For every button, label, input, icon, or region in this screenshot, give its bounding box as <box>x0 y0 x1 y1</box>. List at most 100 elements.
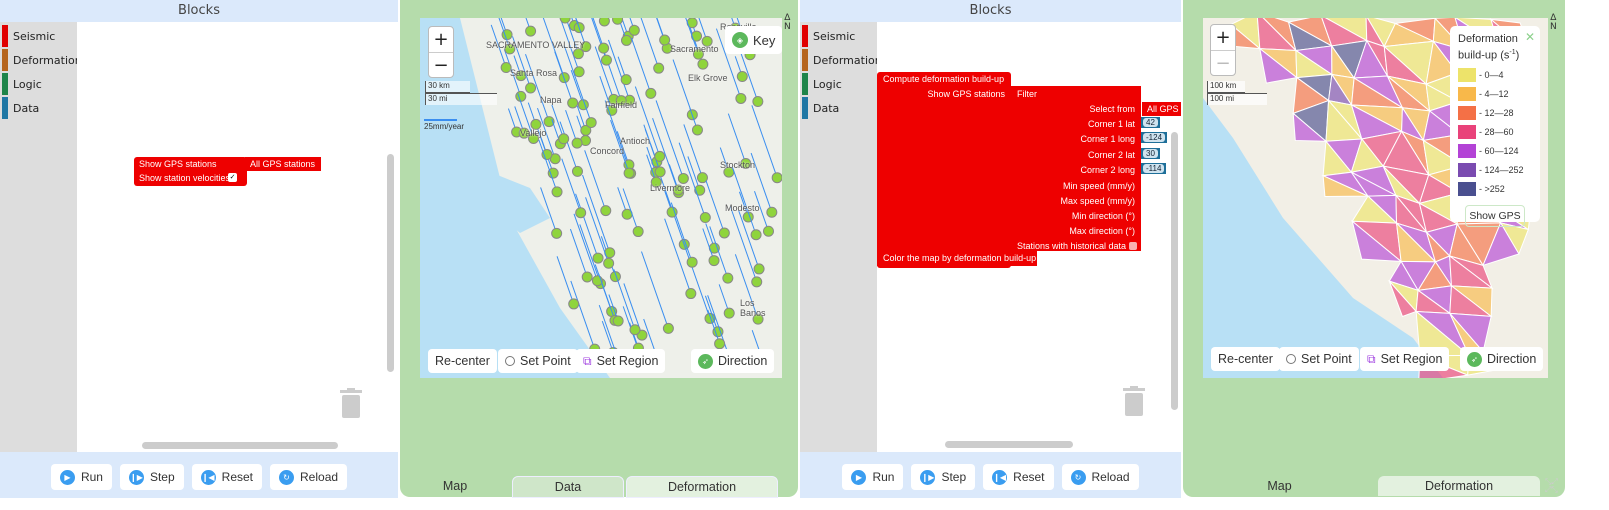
velocities-checkbox[interactable]: ✓ <box>228 173 237 182</box>
category-label: Logic <box>13 77 42 91</box>
map-place-label: Vallejo <box>520 128 547 138</box>
input-value: 42 <box>1143 118 1158 127</box>
gps-station-marker <box>699 212 711 224</box>
legend-item: - 4—12 <box>1458 85 1532 104</box>
button-label: Re-center <box>435 354 490 368</box>
corner2-long-input[interactable]: -114 <box>1141 163 1167 174</box>
category-data[interactable]: Data <box>800 96 877 120</box>
gps-station-marker <box>685 288 697 300</box>
step-button[interactable]: ❙▶ Step <box>119 464 184 490</box>
map-place-label: Antioch <box>620 136 651 146</box>
gps-station-marker <box>612 18 624 25</box>
tab-deformation[interactable]: Deformation <box>1378 476 1540 496</box>
step-icon: ❙▶ <box>128 469 144 485</box>
gps-station-marker <box>629 324 641 336</box>
category-deformation[interactable]: Deformation <box>800 48 882 72</box>
category-deformation[interactable]: Deformation <box>0 48 82 72</box>
north-arrow-icon: ΔN <box>784 13 791 32</box>
compute-deformation-block[interactable]: Compute deformation build-up Show GPS st… <box>877 72 1011 268</box>
gps-station-marker <box>677 172 689 184</box>
button-label: Reload <box>300 470 339 484</box>
reset-icon: ❙◀ <box>200 469 216 485</box>
gps-station-marker <box>753 263 765 275</box>
reload-button[interactable]: ↻ Reload <box>270 464 348 490</box>
set-region-button[interactable]: ⧉ Set Region <box>576 349 666 373</box>
category-data[interactable]: Data <box>0 96 77 120</box>
step-button[interactable]: ❙▶ Step <box>911 464 976 490</box>
run-button[interactable]: ▶ Run <box>50 464 112 490</box>
recenter-button[interactable]: Re-center <box>428 349 497 373</box>
gps-source-dropdown[interactable]: All GPS s <box>1142 102 1181 116</box>
show-gps-button[interactable]: Show GPS <box>1465 204 1525 227</box>
velocity-arrow <box>640 18 660 69</box>
category-color <box>2 97 8 119</box>
horizontal-scrollbar[interactable] <box>945 441 1073 448</box>
legend-title: Deformation build-up (s-1) <box>1458 32 1532 63</box>
vertical-scrollbar[interactable] <box>1171 132 1178 410</box>
legend-item: - 0—4 <box>1458 66 1532 85</box>
run-button[interactable]: ▶ Run <box>842 464 904 490</box>
direction-button[interactable]: ➶ Direction <box>691 349 775 373</box>
gps-source-dropdown[interactable]: All GPS stations <box>245 157 321 171</box>
historical-checkbox[interactable] <box>1129 242 1137 250</box>
reload-button[interactable]: ↻ Reload <box>1061 464 1139 490</box>
deformation-map[interactable]: + − 100 km 100 mi Deformation build-up (s… <box>1203 18 1548 378</box>
gps-station-marker <box>600 205 612 217</box>
tab-map[interactable]: Map <box>1183 476 1376 496</box>
reset-button[interactable]: ❙◀ Reset <box>983 464 1054 490</box>
compass-icon: ➶ <box>1467 351 1482 367</box>
zoom-in-button[interactable]: + <box>1211 25 1235 50</box>
tab-map[interactable]: Map <box>400 476 510 496</box>
block-categories: Seismic Deformation Logic Data <box>800 22 882 452</box>
tab-data[interactable]: Data <box>512 476 624 498</box>
zoom-out-button[interactable]: − <box>1211 50 1235 75</box>
play-icon: ▶ <box>59 469 75 485</box>
gps-station-marker <box>551 186 563 198</box>
vertical-scrollbar[interactable] <box>387 154 394 372</box>
set-region-button[interactable]: ⧉ Set Region <box>1360 347 1450 371</box>
region-icon: ⧉ <box>1367 351 1376 366</box>
category-logic[interactable]: Logic <box>800 72 877 96</box>
color-map-block[interactable]: Color the map by deformation build-up <box>877 251 1037 266</box>
min-direction-label: Min direction (°) <box>1071 211 1135 221</box>
gps-station-marker <box>766 206 778 218</box>
fullscreen-icon[interactable]: ⤡⤢ ⤢⤡ <box>1545 478 1558 494</box>
map-place-label: Modesto <box>725 203 760 213</box>
corner1-long-input[interactable]: -124 <box>1141 132 1168 143</box>
deformation-legend: Deformation build-up (s-1) ✕ - 0—4 - 4—12… <box>1450 26 1540 227</box>
horizontal-scrollbar[interactable] <box>142 442 338 449</box>
trash-icon[interactable] <box>1123 386 1145 416</box>
zoom-in-button[interactable]: + <box>429 27 453 52</box>
blocks-workspace[interactable]: Show GPS stations Show station velocitie… <box>77 22 398 452</box>
map-place-label: Fairfield <box>605 100 638 110</box>
close-icon[interactable]: ✕ <box>1525 30 1535 44</box>
reset-button[interactable]: ❙◀ Reset <box>191 464 263 490</box>
map-canvas[interactable] <box>420 18 782 378</box>
filter-block[interactable]: Filter Select from Corner 1 lat Corner 1… <box>1011 86 1141 251</box>
corner2-lat-input[interactable]: 30 <box>1141 148 1160 159</box>
velocity-arrow <box>672 59 693 115</box>
set-point-button[interactable]: Set Point <box>1279 347 1359 371</box>
corner1-lat-input[interactable]: 42 <box>1141 117 1160 128</box>
velocity-arrow <box>607 39 631 101</box>
gps-map[interactable]: SACRAMENTO VALLEYRosevilleSacramentoSant… <box>420 18 782 378</box>
recenter-button[interactable]: Re-center <box>1211 347 1280 371</box>
show-gps-stations-block[interactable]: Show GPS stations Show station velocitie… <box>134 157 247 186</box>
zoom-control: + − <box>428 26 454 78</box>
dropdown-value: All GPS stations <box>250 159 316 169</box>
category-color <box>802 49 808 71</box>
tab-deformation[interactable]: Deformation <box>626 476 778 498</box>
set-point-button[interactable]: Set Point <box>498 349 578 373</box>
key-button[interactable]: ◈ Key <box>725 26 782 54</box>
gps-station-marker <box>718 227 730 239</box>
category-seismic[interactable]: Seismic <box>800 24 877 48</box>
direction-button[interactable]: ➶ Direction <box>1460 347 1544 371</box>
category-color <box>802 73 808 95</box>
category-seismic[interactable]: Seismic <box>0 24 77 48</box>
button-label: Step <box>149 470 175 484</box>
zoom-out-button[interactable]: − <box>429 52 453 77</box>
category-logic[interactable]: Logic <box>0 72 77 96</box>
blocks-workspace[interactable]: Compute deformation build-up Show GPS st… <box>877 22 1181 452</box>
trash-icon[interactable] <box>340 388 362 418</box>
compass-icon: ➶ <box>698 353 713 369</box>
